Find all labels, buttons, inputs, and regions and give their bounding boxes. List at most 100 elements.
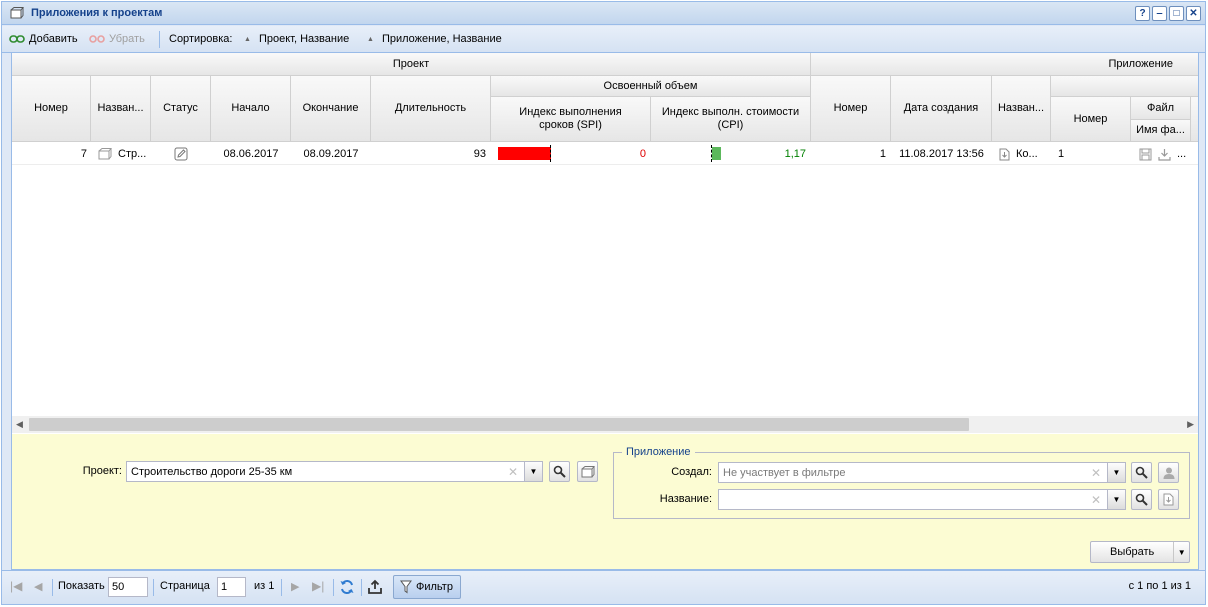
pager-separator (333, 579, 334, 596)
edit-icon (174, 147, 188, 161)
sort-project-name[interactable]: ▲ Проект, Название (244, 33, 349, 45)
chevron-down-icon[interactable]: ▼ (1107, 463, 1125, 482)
col-header-name[interactable]: Назван... (91, 76, 151, 142)
window-title: Приложения к проектам (31, 7, 163, 19)
project-label: Проект: (82, 465, 122, 477)
col-header-created[interactable]: Дата создания (891, 76, 992, 142)
sort-asc-icon: ▲ (244, 35, 251, 43)
first-page-icon[interactable]: |◀ (10, 579, 22, 593)
chevron-down-icon[interactable]: ▼ (1107, 490, 1125, 509)
remove-button[interactable]: Убрать (89, 33, 145, 45)
download-icon[interactable] (1158, 148, 1171, 161)
cpi-bar (712, 147, 721, 160)
cell-app-name-text: Ко... (1016, 148, 1038, 160)
created-user-button[interactable] (1158, 462, 1179, 483)
col-header-spi[interactable]: Индекс выполнения сроков (SPI) (491, 97, 651, 142)
toolbar-separator (159, 31, 160, 48)
filter-panel: Проект: Строительство дороги 25-35 км ✕ … (11, 434, 1199, 570)
clear-icon[interactable]: ✕ (508, 465, 518, 479)
group-header-file-blank (1051, 76, 1198, 97)
search-icon (1135, 493, 1148, 506)
sort-asc-icon: ▲ (367, 35, 374, 43)
add-button[interactable]: Добавить (9, 33, 78, 45)
add-label: Добавить (29, 33, 78, 45)
cell-file-number: 1 (1058, 148, 1065, 160)
project-search-button[interactable] (549, 461, 570, 482)
package-icon (10, 7, 24, 19)
next-page-icon[interactable]: ▶ (291, 580, 299, 593)
app-window: Приложения к проектам ? ‒ □ ✕ Добавить У… (1, 1, 1206, 605)
page-input[interactable]: 1 (217, 577, 246, 597)
col-header-app-number[interactable]: Номер (811, 76, 891, 142)
name-doc-button[interactable] (1158, 489, 1179, 510)
pager-separator (153, 579, 154, 596)
app-fieldset: Приложение Создал: Не участвует в фильтр… (613, 446, 1190, 519)
col-header-start[interactable]: Начало (211, 76, 291, 142)
cell-status[interactable] (151, 143, 211, 165)
remove-label: Убрать (109, 33, 145, 45)
funnel-icon (400, 580, 412, 594)
cell-end: 08.09.2017 (303, 148, 359, 160)
name-label: Название: (659, 493, 712, 505)
col-header-cpi[interactable]: Индекс выполн. стоимости (CPI) (651, 97, 811, 142)
group-header-project: Проект (12, 53, 811, 76)
clear-icon[interactable]: ✕ (1091, 493, 1101, 507)
refresh-icon[interactable] (339, 579, 355, 595)
scroll-thumb[interactable] (29, 418, 969, 431)
project-combo[interactable]: Строительство дороги 25-35 км ✕ ▼ (126, 461, 543, 482)
app-legend: Приложение (622, 446, 695, 458)
last-page-icon[interactable]: ▶| (312, 579, 324, 593)
document-download-icon (1163, 493, 1174, 506)
clear-icon[interactable]: ✕ (1091, 466, 1101, 480)
document-download-icon (999, 148, 1010, 160)
minimize-button[interactable]: ‒ (1152, 6, 1167, 21)
col-header-duration[interactable]: Длительность (371, 76, 491, 142)
title-bar: Приложения к проектам ? ‒ □ ✕ (2, 2, 1205, 25)
col-header-file-number[interactable]: Номер (1051, 97, 1131, 142)
name-search-button[interactable] (1131, 489, 1152, 510)
project-open-button[interactable] (577, 461, 598, 482)
group-header-file: Файл (1131, 97, 1191, 120)
spi-value: 0 (639, 148, 646, 160)
paging-summary: с 1 по 1 из 1 (1128, 580, 1191, 592)
cell-app-name[interactable]: Ко... (999, 143, 1051, 165)
scroll-right-icon[interactable]: ▶ (1187, 419, 1194, 430)
sort-app-name[interactable]: ▲ Приложение, Название (367, 33, 502, 45)
sort-label-text: Сортировка: (169, 33, 233, 45)
col-header-app-name[interactable]: Назван... (992, 76, 1051, 142)
close-button[interactable]: ✕ (1186, 6, 1201, 21)
filter-label: Фильтр (416, 581, 453, 593)
chevron-down-icon[interactable]: ▼ (524, 462, 542, 481)
cell-start: 08.06.2017 (223, 148, 279, 160)
cell-created: 11.08.2017 13:56 (899, 148, 984, 160)
page-total: из 1 (254, 580, 275, 592)
save-icon[interactable] (1139, 148, 1152, 161)
horizontal-scrollbar[interactable]: ◀ ▶ (12, 416, 1198, 433)
cell-name[interactable]: Стр... (98, 143, 150, 165)
page-size-label: Показать (58, 580, 105, 592)
col-header-status[interactable]: Статус (151, 76, 211, 142)
spi-marker (550, 145, 551, 162)
chevron-down-icon[interactable]: ▼ (1173, 542, 1189, 562)
created-label: Создал: (671, 466, 712, 478)
export-icon[interactable] (367, 579, 383, 595)
col-header-file-name[interactable]: Имя фа... (1131, 120, 1191, 142)
file-more: ... (1177, 148, 1187, 160)
cell-number: 7 (80, 148, 87, 160)
maximize-button[interactable]: □ (1169, 6, 1184, 21)
col-header-end[interactable]: Окончание (291, 76, 371, 142)
select-button[interactable]: Выбрать ▼ (1090, 541, 1190, 563)
filter-button[interactable]: Фильтр (393, 575, 461, 599)
select-label: Выбрать (1109, 546, 1155, 558)
help-button[interactable]: ? (1135, 6, 1150, 21)
prev-page-icon[interactable]: ◀ (34, 580, 42, 593)
scroll-left-icon[interactable]: ◀ (16, 419, 23, 430)
page-label: Страница (160, 580, 210, 592)
sort1-label: Проект, Название (258, 33, 350, 45)
name-combo[interactable]: ✕ ▼ (718, 489, 1126, 510)
page-size-input[interactable]: 50 (108, 577, 148, 597)
created-search-button[interactable] (1131, 462, 1152, 483)
data-grid: Проект Приложение Номер Назван... Статус… (11, 53, 1199, 434)
created-combo[interactable]: Не участвует в фильтре ✕ ▼ (718, 462, 1126, 483)
col-header-number[interactable]: Номер (12, 76, 91, 142)
